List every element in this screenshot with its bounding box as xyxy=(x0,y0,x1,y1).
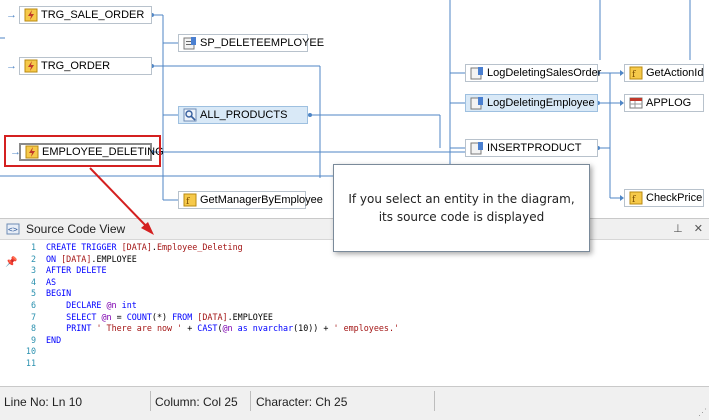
callout-tooltip: If you select an entity in the diagram, … xyxy=(333,164,590,252)
callout-text: If you select an entity in the diagram, … xyxy=(348,192,575,224)
